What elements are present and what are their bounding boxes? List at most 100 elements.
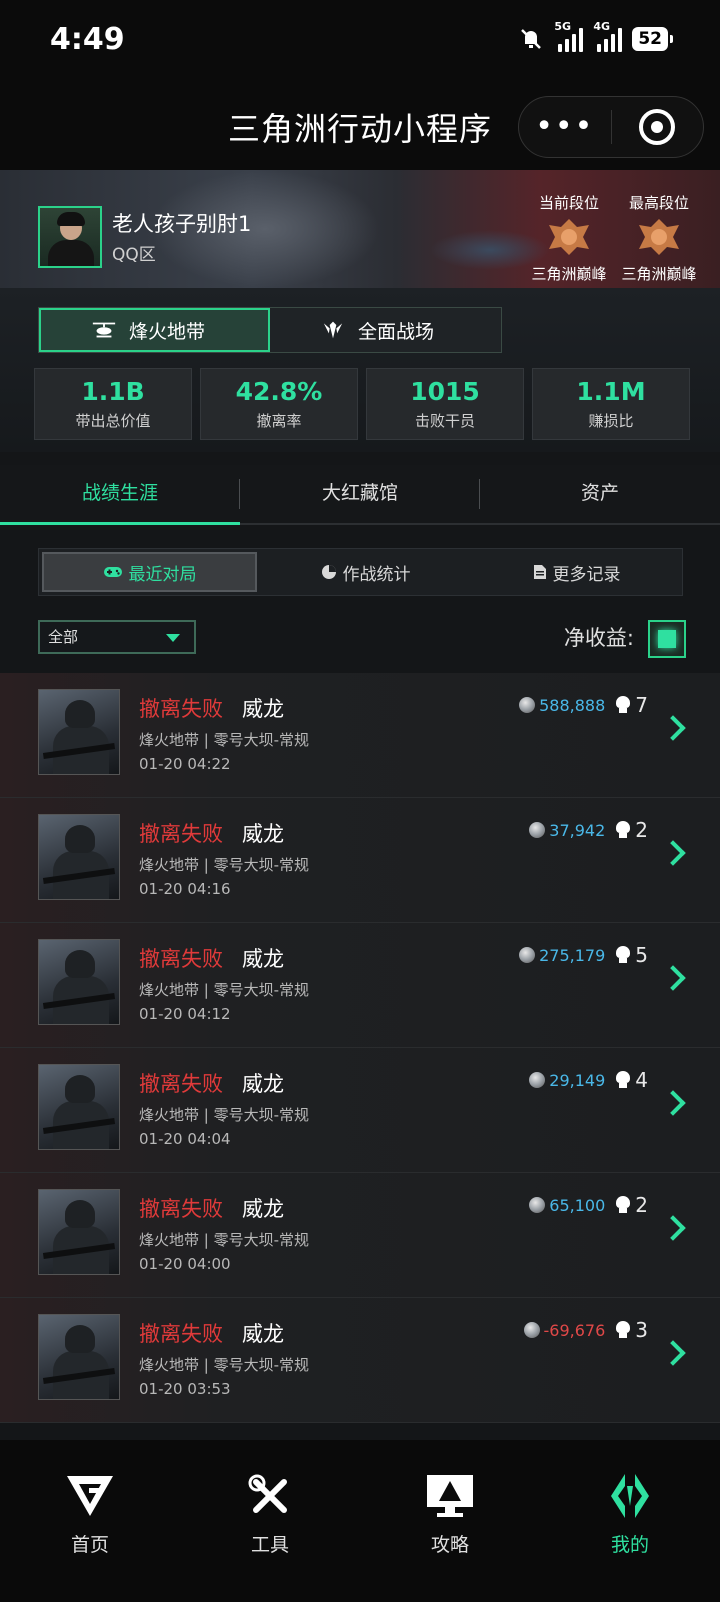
skull-icon	[615, 1321, 631, 1339]
match-status: 撤离失败	[139, 1197, 223, 1221]
clock: 4:49	[50, 22, 125, 57]
match-mode: 烽火地带 | 零号大坝-常规	[139, 856, 310, 874]
stat-label: 击败干员	[414, 412, 475, 430]
kill-count: 2	[635, 1193, 648, 1217]
net-profit-amount: 275,179	[539, 945, 606, 965]
tab-assets[interactable]: 资产	[480, 465, 720, 523]
coin-icon	[529, 1072, 546, 1088]
filter-dropdown[interactable]: 全部	[38, 620, 196, 654]
match-status: 撤离失败	[139, 947, 223, 971]
kill-count: 4	[635, 1068, 648, 1092]
home-logo-icon	[67, 1476, 113, 1516]
match-status: 撤离失败	[139, 697, 223, 721]
net-profit-amount: 29,149	[549, 1070, 606, 1090]
avatar[interactable]	[38, 206, 102, 268]
skull-icon	[615, 946, 631, 964]
stat-label: 带出总价值	[75, 412, 151, 430]
nav-home[interactable]: 首页	[0, 1440, 180, 1602]
coin-icon	[523, 1322, 540, 1338]
tab-label: 战绩生涯	[81, 482, 158, 504]
stat-label: 赚损比	[588, 412, 634, 430]
gamepad-icon	[103, 567, 122, 577]
chevron-right-icon	[660, 1340, 686, 1366]
nav-profile[interactable]: 我的	[540, 1440, 720, 1602]
match-row[interactable]: 撤离失败 威龙 烽火地带 | 零号大坝-常规 01-20 04:00 65,10…	[0, 1173, 720, 1298]
match-row[interactable]: 撤离失败 威龙 烽火地带 | 零号大坝-常规 01-20 03:53 -69,6…	[0, 1298, 720, 1423]
guide-monitor-icon	[427, 1475, 473, 1517]
match-row[interactable]: 撤离失败 威龙 烽火地带 | 零号大坝-常规 01-20 04:22 588,8…	[0, 673, 720, 798]
match-time: 01-20 03:53	[139, 1380, 231, 1398]
subtab-more-records[interactable]: 更多记录	[471, 549, 682, 595]
match-list: 撤离失败 威龙 烽火地带 | 零号大坝-常规 01-20 04:22 588,8…	[0, 673, 720, 1423]
stat-card-extract-rate: 42.8% 撤离率	[200, 368, 358, 440]
mode-label: 烽火地带	[129, 320, 206, 343]
operator-portrait	[38, 1189, 120, 1275]
net-profit-label: 净收益:	[563, 626, 634, 650]
username: 老人孩子别肘1	[112, 212, 252, 236]
stat-card-profit-ratio: 1.1M 赚损比	[532, 368, 690, 440]
wings-emblem-icon	[323, 321, 343, 339]
match-row[interactable]: 撤离失败 威龙 烽火地带 | 零号大坝-常规 01-20 04:16 37,94…	[0, 798, 720, 923]
current-rank-label: 当前段位	[538, 194, 599, 212]
operator-name: 威龙	[242, 947, 284, 971]
mode-label: 全面战场	[358, 320, 435, 343]
coin-icon	[519, 697, 536, 713]
pie-chart-icon	[321, 565, 336, 579]
skull-icon	[615, 1196, 631, 1214]
match-time: 01-20 04:22	[139, 755, 231, 773]
operator-name: 威龙	[242, 822, 284, 846]
coin-icon	[529, 1197, 546, 1213]
operator-portrait	[38, 689, 120, 775]
match-time: 01-20 04:04	[139, 1130, 231, 1148]
nav-tools[interactable]: 工具	[180, 1440, 360, 1602]
match-row[interactable]: 撤离失败 威龙 烽火地带 | 零号大坝-常规 01-20 04:04 29,14…	[0, 1048, 720, 1173]
current-rank: 当前段位 三角洲巅峰	[524, 192, 614, 284]
net-profit-amount: 37,942	[549, 820, 606, 840]
match-mode: 烽火地带 | 零号大坝-常规	[139, 1106, 310, 1124]
tab-mode-fullbattle[interactable]: 全面战场	[270, 308, 501, 352]
capsule-menu: •••	[518, 96, 704, 158]
tab-red-collection[interactable]: 大红藏馆	[240, 465, 480, 523]
kill-count: 3	[635, 1318, 648, 1342]
subtab-recent-matches[interactable]: 最近对局	[42, 552, 257, 592]
net-profit-toggle[interactable]	[648, 620, 686, 658]
filter-value: 全部	[48, 628, 79, 646]
nav-label: 首页	[70, 1534, 109, 1556]
more-dots-icon[interactable]: •••	[519, 112, 611, 142]
status-bar: 4:49 5G 4G 52	[0, 0, 720, 86]
operator-portrait	[38, 939, 120, 1025]
stat-card-kills: 1015 击败干员	[366, 368, 524, 440]
target-icon[interactable]	[612, 109, 704, 145]
operator-portrait	[38, 1314, 120, 1400]
mini-program-titlebar: 三角洲行动小程序 •••	[0, 86, 720, 170]
kill-count: 7	[635, 693, 648, 717]
operator-portrait	[38, 814, 120, 900]
nav-label: 攻略	[430, 1534, 469, 1556]
record-subtabs: 最近对局 作战统计 更多记录	[38, 548, 683, 596]
nav-guide[interactable]: 攻略	[360, 1440, 540, 1602]
tab-label: 大红藏馆	[321, 482, 398, 504]
operator-name: 威龙	[242, 1197, 284, 1221]
operator-name: 威龙	[242, 1072, 284, 1096]
match-row[interactable]: 撤离失败 威龙 烽火地带 | 零号大坝-常规 01-20 04:12 275,1…	[0, 923, 720, 1048]
chevron-right-icon	[660, 715, 686, 741]
profile-logo-icon	[611, 1474, 649, 1518]
nav-label: 工具	[250, 1534, 289, 1556]
tab-mode-firezone[interactable]: 烽火地带	[39, 308, 270, 352]
match-mode: 烽火地带 | 零号大坝-常规	[139, 731, 310, 749]
match-mode: 烽火地带 | 零号大坝-常规	[139, 1231, 310, 1249]
rank-badge-icon	[549, 219, 589, 255]
net-profit-amount: -69,676	[543, 1320, 606, 1340]
subtab-battle-stats[interactable]: 作战统计	[260, 549, 471, 595]
chevron-right-icon	[660, 965, 686, 991]
tab-career[interactable]: 战绩生涯	[0, 465, 240, 525]
highest-rank: 最高段位 三角洲巅峰	[614, 192, 704, 284]
kill-count: 5	[635, 943, 648, 967]
match-status: 撤离失败	[139, 822, 223, 846]
operator-name: 威龙	[242, 697, 284, 721]
highest-rank-name: 三角洲巅峰	[621, 265, 697, 283]
stat-value: 1.1M	[576, 377, 646, 406]
mode-tabs: 烽火地带 全面战场	[38, 307, 502, 353]
match-time: 01-20 04:00	[139, 1255, 231, 1273]
skull-icon	[615, 1071, 631, 1089]
